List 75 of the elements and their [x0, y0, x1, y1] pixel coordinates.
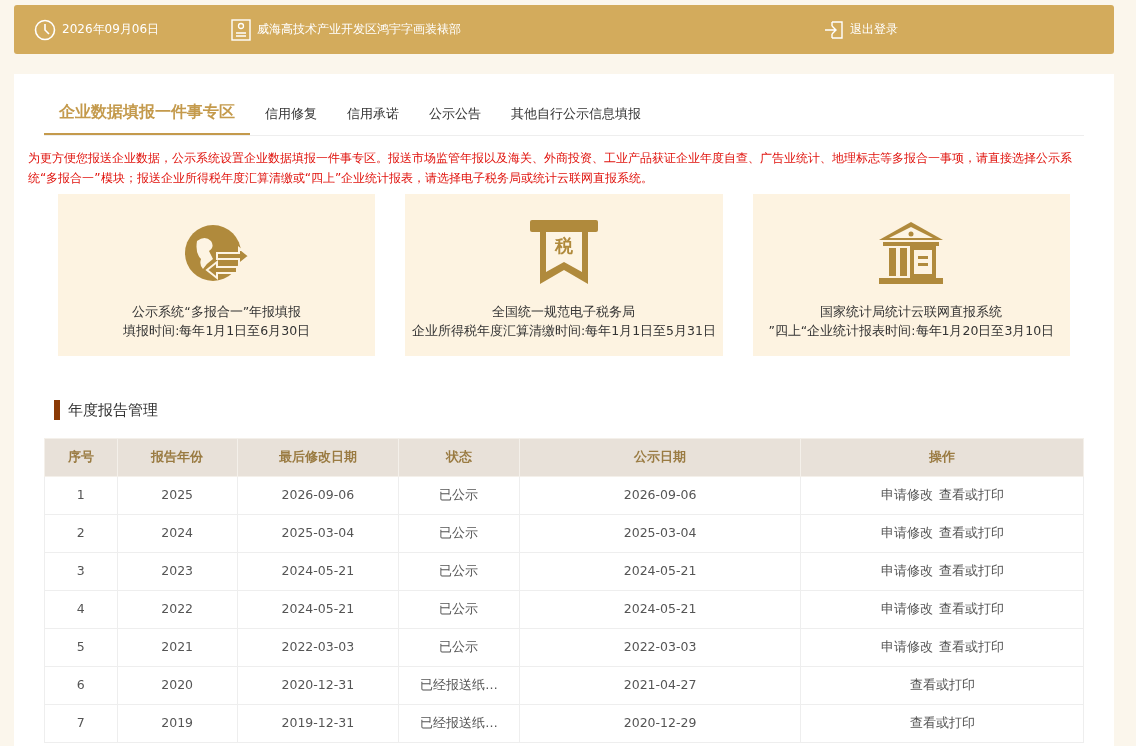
action-link[interactable]: 申请修改	[877, 641, 936, 654]
id-badge-icon	[231, 18, 252, 41]
card-title: 公示系统“多报合一”年报填报	[132, 304, 302, 321]
column-header: 公示日期	[519, 438, 801, 477]
table-cell: 2019-12-31	[237, 704, 399, 743]
table-cell: 2019	[117, 704, 238, 743]
table-cell: 2020	[117, 666, 238, 705]
table-cell: 已公示	[398, 514, 520, 553]
table-cell: 1	[44, 476, 117, 515]
table-cell: 2020-12-29	[519, 704, 801, 743]
section-marker	[54, 400, 60, 420]
section-title: 年度报告管理	[68, 400, 158, 420]
service-card[interactable]: 税 全国统一规范电子税务局 企业所得税年度汇算清缴时间:每年1月1日至5月31日	[405, 194, 723, 356]
table-cell: 2025-03-04	[237, 514, 399, 553]
service-card[interactable]: 公示系统“多报合一”年报填报 填报时间:每年1月1日至6月30日	[58, 194, 376, 356]
table-cell: 2024-05-21	[519, 590, 801, 629]
table-cell: 4	[44, 590, 117, 629]
table-cell: 2024-05-21	[519, 552, 801, 591]
table-cell: 已公示	[398, 590, 520, 629]
table-cell: 3	[44, 552, 117, 591]
tab[interactable]: 信用修复	[250, 97, 332, 135]
tab[interactable]: 其他自行公示信息填报	[496, 97, 656, 135]
table-cell: 2021	[117, 628, 238, 667]
table-cell: 2020-12-31	[237, 666, 399, 705]
table-cell: 2025-03-04	[519, 514, 801, 553]
header-date: 2026年09月06日	[62, 21, 160, 38]
card-title: 国家统计局统计云联网直报系统	[820, 304, 1003, 321]
column-header: 状态	[398, 438, 520, 477]
table-cell: 已公示	[398, 628, 520, 667]
action-link[interactable]: 查看或打印	[935, 489, 1007, 502]
table-cell: 2022-03-03	[519, 628, 801, 667]
action-link[interactable]: 申请修改	[877, 565, 936, 578]
action-link[interactable]: 查看或打印	[906, 717, 978, 730]
company-name: 威海高技术产业开发区鸿宇字画装裱部	[257, 21, 462, 38]
notice-text: 为更方便您报送企业数据，公示系统设置企业数据填报一件事专区。报送市场监管年报以及海关、外商投资、工业产品获证企业年度自查、广告业统计、地理标志等多报合一事项，请直接选择公示系统“多报合一”模块；报送企业所得税年度汇算清缴或“四上”企业统计报表，请选择电子税务局或统计云联网直报系统。	[28, 150, 1073, 187]
action-link[interactable]: 查看或打印	[935, 603, 1007, 616]
action-link[interactable]: 申请修改	[877, 527, 936, 540]
action-link[interactable]: 申请修改	[877, 603, 936, 616]
table-cell: 2022-03-03	[237, 628, 399, 667]
table-cell: 2024-05-21	[237, 590, 399, 629]
action-link[interactable]: 申请修改	[877, 489, 936, 502]
table-cell: 7	[44, 704, 117, 743]
table-cell: 已经报送纸…	[398, 666, 520, 705]
column-header: 序号	[44, 438, 117, 477]
table-cell: 5	[44, 628, 117, 667]
table-cell: 6	[44, 666, 117, 705]
action-link[interactable]: 查看或打印	[935, 565, 1007, 578]
tab[interactable]: 公示公告	[414, 97, 496, 135]
card-subtitle: ”四上“企业统计报表时间:每年1月20日至3月10日	[768, 323, 1055, 340]
action-link[interactable]: 查看或打印	[906, 679, 978, 692]
column-header: 操作	[800, 438, 1084, 477]
column-header: 最后修改日期	[237, 438, 399, 477]
card-subtitle: 企业所得税年度汇算清缴时间:每年1月1日至5月31日	[412, 323, 716, 340]
bank-building-icon	[877, 220, 946, 286]
table-cell: 2022	[117, 590, 238, 629]
table-cell: 2024	[117, 514, 238, 553]
table-cell: 2025	[117, 476, 238, 515]
action-link[interactable]: 查看或打印	[935, 527, 1007, 540]
table-cell: 已经报送纸…	[398, 704, 520, 743]
clock-icon	[34, 18, 56, 41]
table-cell: 2026-09-06	[237, 476, 399, 515]
card-title: 全国统一规范电子税务局	[492, 304, 636, 321]
table-cell: 2023	[117, 552, 238, 591]
card-subtitle: 填报时间:每年1月1日至6月30日	[123, 323, 311, 340]
table-cell: 已公示	[398, 476, 520, 515]
service-card[interactable]: 国家统计局统计云联网直报系统 ”四上“企业统计报表时间:每年1月20日至3月10日	[752, 194, 1070, 356]
table-cell: 2024-05-21	[237, 552, 399, 591]
table-cell: 2021-04-27	[519, 666, 801, 705]
table-cell: 已公示	[398, 552, 520, 591]
column-header: 报告年份	[117, 438, 238, 477]
tab[interactable]: 信用承诺	[332, 97, 414, 135]
table-cell: 2	[44, 514, 117, 553]
logout-icon	[824, 19, 844, 40]
table-cell: 2026-09-06	[519, 476, 801, 515]
action-link[interactable]: 查看或打印	[935, 641, 1007, 654]
